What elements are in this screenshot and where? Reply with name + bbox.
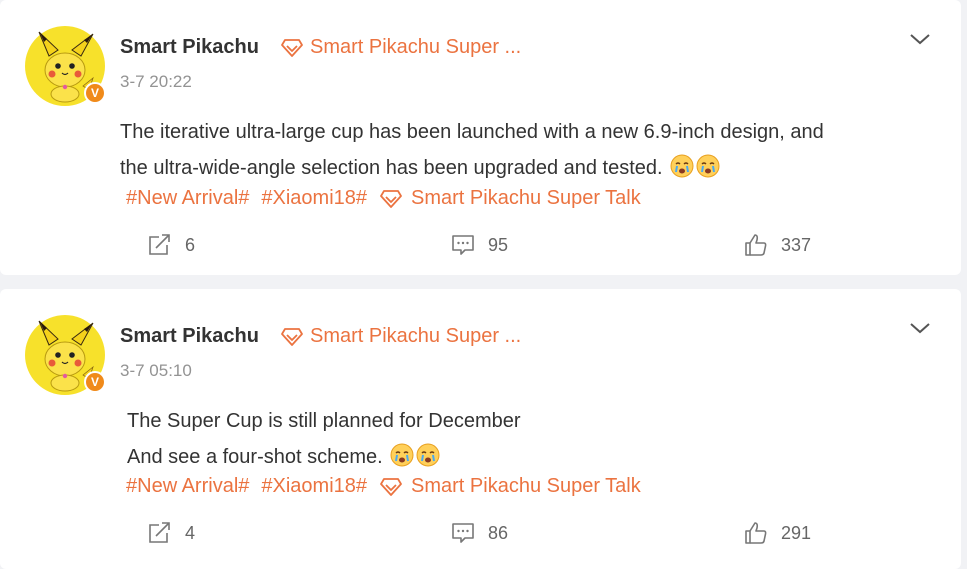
repost-button[interactable]: 4: [147, 521, 195, 545]
super-talk-tag-link[interactable]: Smart Pikachu Super Talk: [379, 475, 653, 498]
comment-count: 95: [488, 234, 509, 255]
hashtag-link[interactable]: #Xiaomi18#: [261, 475, 367, 498]
crying-face-emoji-icon: [670, 154, 694, 178]
repost-count: 6: [185, 234, 196, 255]
comment-button[interactable]: 95: [450, 233, 508, 257]
repost-count: 4: [185, 522, 196, 543]
author-name[interactable]: Smart Pikachu: [120, 325, 259, 348]
more-menu-button[interactable]: [908, 320, 932, 336]
thumbs-up-icon: [745, 234, 767, 256]
diamond-icon: [380, 189, 402, 208]
comment-button[interactable]: 86: [450, 521, 508, 545]
crying-face-emoji-icon: [390, 443, 414, 467]
action-bar: 4 86 291: [0, 521, 961, 551]
repost-icon: [149, 522, 170, 543]
hashtag-link[interactable]: #Xiaomi18#: [261, 187, 367, 210]
post-text-line: The iterative ultra-large cup has been l…: [120, 121, 824, 143]
author-name[interactable]: Smart Pikachu: [120, 36, 259, 59]
diamond-icon: [281, 327, 303, 346]
post-text-line: The Super Cup is still planned for Decem…: [127, 410, 521, 432]
super-talk-tag-label: Smart Pikachu Super Talk: [411, 187, 641, 209]
comment-icon: [452, 523, 474, 543]
repost-icon: [149, 234, 170, 255]
chevron-down-icon: [910, 34, 930, 45]
like-count: 291: [781, 522, 812, 543]
post-text: The iterative ultra-large cup has been l…: [120, 114, 920, 186]
super-talk-link[interactable]: Smart Pikachu Super ...: [280, 325, 521, 348]
super-talk-label: Smart Pikachu Super ...: [310, 325, 522, 347]
super-talk-tag-label: Smart Pikachu Super Talk: [411, 475, 641, 497]
diamond-icon: [380, 477, 402, 496]
hashtag-link[interactable]: #New Arrival#: [126, 475, 249, 498]
chevron-down-icon: [910, 323, 930, 334]
tag-row: #New Arrival# #Xiaomi18# Smart Pikachu S…: [126, 187, 665, 210]
action-bar: 6 95 337: [0, 233, 961, 263]
thumbs-up-icon: [745, 522, 767, 544]
hashtag-link[interactable]: #New Arrival#: [126, 187, 249, 210]
post-text: The Super Cup is still planned for Decem…: [127, 403, 927, 475]
comment-count: 86: [488, 522, 509, 543]
more-menu-button[interactable]: [908, 31, 932, 47]
super-talk-link[interactable]: Smart Pikachu Super ...: [280, 36, 521, 59]
timestamp[interactable]: 3-7 05:10: [120, 361, 192, 381]
post-text-line-content: the ultra-wide-angle selection has been …: [120, 157, 663, 179]
like-count: 337: [781, 234, 812, 255]
verified-badge-icon: V: [84, 82, 106, 104]
super-talk-label: Smart Pikachu Super ...: [310, 36, 522, 58]
super-talk-tag-link[interactable]: Smart Pikachu Super Talk: [379, 187, 653, 210]
repost-button[interactable]: 6: [147, 233, 195, 257]
crying-face-emoji-icon: [416, 443, 440, 467]
diamond-icon: [281, 38, 303, 57]
post-card: V Smart Pikachu Smart Pikachu Super ... …: [0, 0, 961, 275]
like-button[interactable]: 291: [743, 521, 811, 545]
timestamp[interactable]: 3-7 20:22: [120, 72, 192, 92]
post-text-line: And see a four-shot scheme.: [127, 439, 927, 475]
crying-face-emoji-icon: [696, 154, 720, 178]
like-button[interactable]: 337: [743, 233, 811, 257]
post-text-line-content: And see a four-shot scheme.: [127, 446, 383, 468]
post-text-line: the ultra-wide-angle selection has been …: [120, 150, 920, 186]
comment-icon: [452, 235, 474, 255]
verified-badge-icon: V: [84, 371, 106, 393]
post-card: V Smart Pikachu Smart Pikachu Super ... …: [0, 289, 961, 569]
tag-row: #New Arrival# #Xiaomi18# Smart Pikachu S…: [126, 475, 665, 498]
